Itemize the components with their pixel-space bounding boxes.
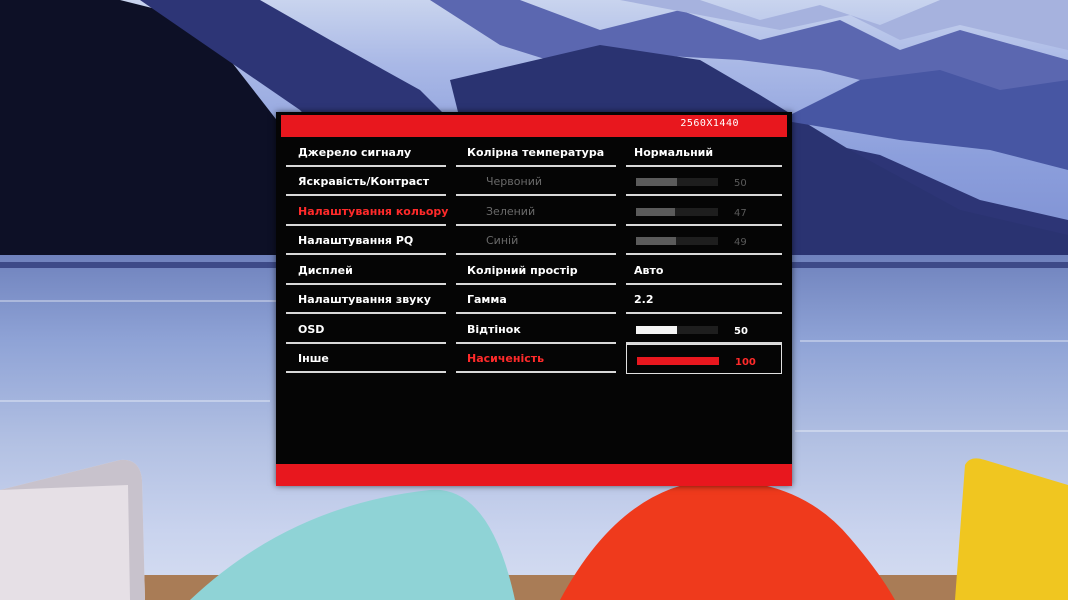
submenu-item-saturation[interactable]: Насиченість (456, 344, 616, 373)
menu-item-display[interactable]: Дисплей (286, 255, 446, 285)
red-value: 50 (734, 178, 747, 189)
yellow-boat-illustration (955, 458, 1068, 600)
saturation-value: 100 (735, 356, 756, 368)
osd-footer-bar (276, 464, 792, 486)
menu-item-color-settings[interactable]: Налаштування кольору (286, 196, 448, 226)
blue-slider-fill (636, 237, 677, 245)
shore-strip (0, 575, 1068, 600)
teal-boat-illustration (190, 489, 515, 600)
red-slider-track (636, 178, 718, 186)
green-slider[interactable]: 47 (626, 196, 782, 226)
color-space-value[interactable]: Авто (626, 255, 782, 285)
submenu-item-blue[interactable]: Синій (456, 226, 616, 255)
main-menu: Джерело сигналу Яскравість/Контраст Нала… (286, 137, 448, 373)
hue-slider-fill (636, 325, 677, 334)
submenu-item-hue[interactable]: Відтінок (456, 314, 616, 344)
hue-slider-track (636, 325, 718, 334)
red-slider-fill (636, 178, 677, 186)
menu-item-brightness-contrast[interactable]: Яскравість/Контраст (286, 167, 446, 196)
menu-item-osd[interactable]: OSD (286, 314, 446, 344)
color-temperature-value[interactable]: Нормальний (626, 137, 782, 167)
lake-ripple (0, 300, 280, 302)
saturation-slider-fill (637, 356, 719, 365)
osd-menu-window: 2560X1440 Джерело сигналу Яскравість/Кон… (276, 112, 792, 486)
menu-item-input-source[interactable]: Джерело сигналу (286, 137, 446, 167)
green-slider-track (636, 207, 718, 216)
white-boat-illustration (0, 459, 145, 600)
resolution-label: 2560X1440 (680, 118, 739, 129)
red-boat-illustration (560, 479, 895, 600)
menu-item-audio-settings[interactable]: Налаштування звуку (286, 285, 446, 314)
saturation-slider-track (637, 356, 719, 365)
osd-header-bar: 2560X1440 (281, 115, 787, 137)
green-value: 47 (734, 207, 747, 219)
blue-slider[interactable]: 49 (626, 226, 782, 255)
settings-values: Нормальний 50 47 49 Авто 2.2 50 100 (626, 137, 782, 374)
submenu-item-red[interactable]: Червоний (456, 167, 616, 196)
submenu-item-green[interactable]: Зелений (456, 196, 616, 226)
lake-ripple (795, 430, 1068, 432)
saturation-slider[interactable]: 100 (626, 343, 782, 374)
red-slider[interactable]: 50 (626, 167, 782, 196)
hue-slider[interactable]: 50 (626, 314, 782, 344)
lake-ripple (800, 340, 1068, 342)
submenu-item-color-space[interactable]: Колірний простір (456, 255, 616, 285)
hue-value: 50 (734, 325, 748, 337)
submenu-item-color-temperature[interactable]: Колірна температура (456, 137, 616, 167)
blue-value: 49 (734, 237, 747, 248)
submenu-item-gamma[interactable]: Гамма (456, 285, 616, 314)
color-submenu: Колірна температура Червоний Зелений Син… (456, 137, 616, 373)
lake-ripple (0, 400, 270, 402)
blue-slider-track (636, 237, 718, 245)
menu-item-other[interactable]: Інше (286, 344, 446, 373)
menu-item-pq-settings[interactable]: Налаштування PQ (286, 226, 446, 255)
green-slider-fill (636, 207, 675, 216)
gamma-value[interactable]: 2.2 (626, 285, 782, 314)
